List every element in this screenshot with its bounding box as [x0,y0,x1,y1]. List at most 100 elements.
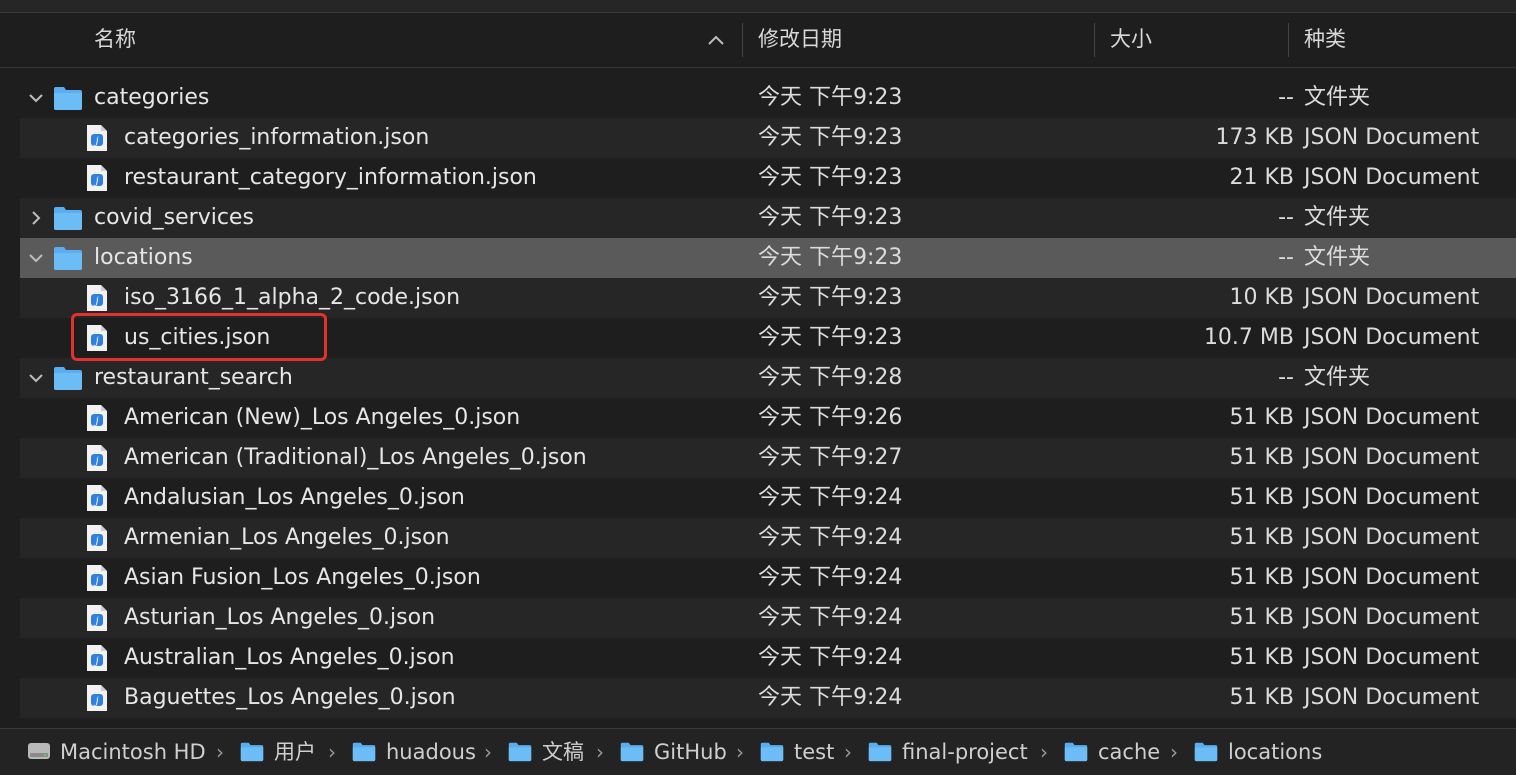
chevron-down-icon[interactable] [28,250,44,266]
item-modified-date: 今天 下午9:24 [758,485,903,510]
item-kind: JSON Document [1304,285,1480,310]
item-kind: JSON Document [1304,685,1480,710]
folder-row[interactable]: categories 今天 下午9:23 -- 文件夹 [20,78,1516,118]
item-name[interactable]: iso_3166_1_alpha_2_code.json [124,278,460,318]
folder-icon [760,742,784,762]
item-name[interactable]: Andalusian_Los Angeles_0.json [124,478,465,518]
item-kind: JSON Document [1304,565,1480,590]
item-modified-date: 今天 下午9:23 [758,205,903,230]
chevron-down-icon[interactable] [28,90,44,106]
item-name[interactable]: restaurant_search [94,358,293,398]
item-name[interactable]: covid_services [94,198,254,238]
folder-icon [54,247,82,270]
item-name[interactable]: American (Traditional)_Los Angeles_0.jso… [124,438,587,478]
column-header: 名称 修改日期 大小 种类 [0,13,1516,68]
file-row[interactable]: j categories_information.json 今天 下午9:23 173… [20,118,1516,158]
item-kind: JSON Document [1304,325,1480,350]
item-name[interactable]: Asian Fusion_Los Angeles_0.json [124,558,481,598]
item-kind: JSON Document [1304,125,1480,150]
item-name[interactable]: American (New)_Los Angeles_0.json [124,398,520,438]
path-crumb[interactable]: 用户 [274,729,316,775]
column-name-header[interactable]: 名称 [94,13,136,67]
item-name[interactable]: Baguettes_Los Angeles_0.json [124,678,456,718]
chevron-down-icon[interactable] [28,370,44,386]
item-kind: JSON Document [1304,525,1480,550]
item-name[interactable]: restaurant_category_information.json [124,158,537,198]
path-separator-icon: › [484,740,492,764]
path-crumb[interactable]: test [794,729,834,775]
item-kind: JSON Document [1304,605,1480,630]
item-size: 51 KB [1229,525,1294,550]
path-separator-icon: › [1170,740,1178,764]
file-row[interactable]: j Andalusian_Los Angeles_0.json 今天 下午9:24 5… [20,478,1516,518]
folder-icon [54,207,82,230]
item-name[interactable]: Armenian_Los Angeles_0.json [124,518,450,558]
file-row[interactable]: j iso_3166_1_alpha_2_code.json 今天 下午9:23 10… [20,278,1516,318]
path-separator-icon: › [216,740,224,764]
column-divider[interactable] [1094,23,1095,57]
item-size: 51 KB [1229,645,1294,670]
path-crumb[interactable]: cache [1098,729,1160,775]
item-size: -- [1278,85,1294,110]
item-size: 51 KB [1229,445,1294,470]
column-size-header[interactable]: 大小 [1110,13,1152,67]
item-name[interactable]: Australian_Los Angeles_0.json [124,638,455,678]
json-file-icon: j [87,445,107,471]
chevron-right-icon[interactable] [28,210,44,226]
folder-row[interactable]: covid_services 今天 下午9:23 -- 文件夹 [20,198,1516,238]
item-modified-date: 今天 下午9:24 [758,685,903,710]
json-file-icon: j [87,405,107,431]
file-row[interactable]: j Asturian_Los Angeles_0.json 今天 下午9:24 51 … [20,598,1516,638]
sort-ascending-icon[interactable] [706,33,726,47]
item-modified-date: 今天 下午9:23 [758,125,903,150]
path-crumb[interactable]: GitHub [654,729,727,775]
file-row[interactable]: j American (New)_Los Angeles_0.json 今天 下午9… [20,398,1516,438]
column-divider[interactable] [742,23,743,57]
path-crumb[interactable]: 文稿 [542,729,584,775]
folder-row[interactable]: locations 今天 下午9:23 -- 文件夹 [20,238,1516,278]
item-kind: 文件夹 [1304,205,1371,230]
file-row[interactable]: j restaurant_category_information.json 今天 … [20,158,1516,198]
path-crumb[interactable]: huadous [386,729,476,775]
file-row[interactable]: j Australian_Los Angeles_0.json 今天 下午9:24 5… [20,638,1516,678]
file-row[interactable]: j American (Traditional)_Los Angeles_0.js… [20,438,1516,478]
item-modified-date: 今天 下午9:23 [758,165,903,190]
json-file-icon: j [87,565,107,591]
path-crumb[interactable]: locations [1228,729,1322,775]
folder-icon [1064,742,1088,762]
documents-folder-icon [508,742,532,762]
item-modified-date: 今天 下午9:27 [758,445,903,470]
path-crumb[interactable]: Macintosh HD [60,729,206,775]
item-kind: JSON Document [1304,645,1480,670]
column-kind-header[interactable]: 种类 [1304,13,1346,67]
home-folder-icon [352,742,376,762]
json-file-icon: j [87,485,107,511]
file-row[interactable]: j Baguettes_Los Angeles_0.json 今天 下午9:24 51… [20,678,1516,718]
item-kind: 文件夹 [1304,245,1371,270]
path-separator-icon: › [844,740,852,764]
item-modified-date: 今天 下午9:23 [758,285,903,310]
file-row[interactable]: j Asian Fusion_Los Angeles_0.json 今天 下午9:2… [20,558,1516,598]
file-row[interactable]: j Armenian_Los Angeles_0.json 今天 下午9:24 51 … [20,518,1516,558]
item-modified-date: 今天 下午9:23 [758,325,903,350]
item-modified-date: 今天 下午9:26 [758,405,903,430]
path-separator-icon: › [596,740,604,764]
item-kind: JSON Document [1304,165,1480,190]
folder-row[interactable]: restaurant_search 今天 下午9:28 -- 文件夹 [20,358,1516,398]
item-modified-date: 今天 下午9:24 [758,605,903,630]
item-name[interactable]: locations [94,238,193,278]
item-modified-date: 今天 下午9:23 [758,245,903,270]
item-name[interactable]: categories [94,78,209,118]
path-crumb[interactable]: final-project [902,729,1028,775]
item-size: -- [1278,245,1294,270]
window-top-edge [0,0,1516,13]
item-name[interactable]: Asturian_Los Angeles_0.json [124,598,435,638]
users-folder-icon [240,742,264,762]
folder-icon [54,367,82,390]
item-kind: 文件夹 [1304,365,1371,390]
column-modified-header[interactable]: 修改日期 [758,13,842,67]
item-modified-date: 今天 下午9:28 [758,365,903,390]
item-modified-date: 今天 下午9:24 [758,525,903,550]
column-divider[interactable] [1288,23,1289,57]
item-name[interactable]: categories_information.json [124,118,429,158]
